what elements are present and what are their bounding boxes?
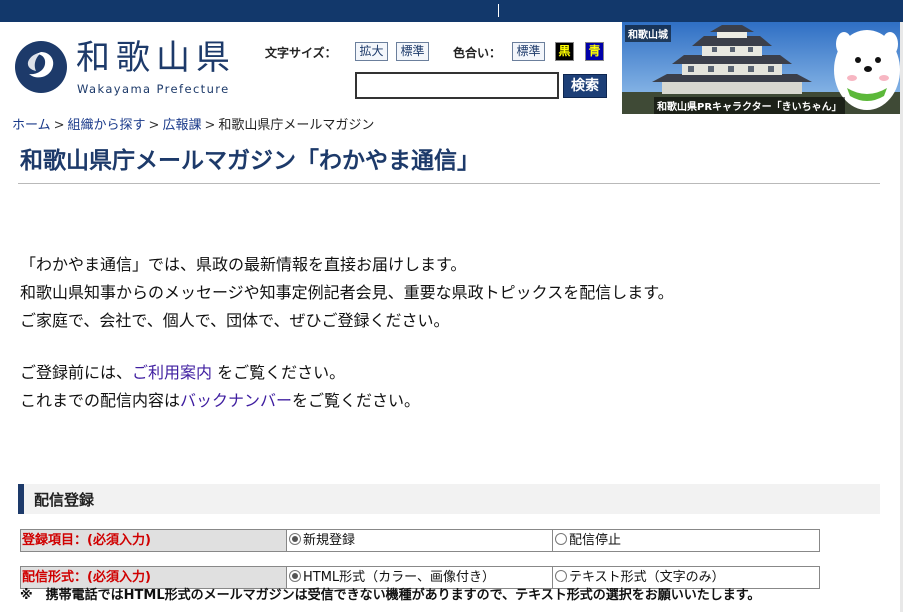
usage-guide-link[interactable]: ご利用案内 — [132, 363, 212, 382]
unsubscribe-option[interactable]: 配信停止 — [554, 530, 819, 551]
top-bar-divider — [498, 4, 499, 17]
search-input[interactable] — [355, 72, 559, 99]
new-registration-radio[interactable] — [289, 533, 301, 545]
color-blue-button[interactable]: 青 — [585, 42, 604, 61]
breadcrumb-pr-link[interactable]: 広報課 — [162, 118, 201, 133]
intro-line-1: 「わかやま通信」では、県政の最新情報を直接お届けします。 — [20, 255, 467, 274]
breadcrumb-home-link[interactable]: ホーム — [12, 118, 51, 133]
guide-line: ご登録前には、ご利用案内 をご覧ください。 — [20, 359, 345, 387]
banner-castle-caption: 和歌山城 — [625, 25, 671, 42]
breadcrumb-current: 和歌山県庁メールマガジン — [218, 118, 375, 133]
intro-line-3: ご家庭で、会社で、個人で、団体で、ぜひご登録ください。 — [20, 311, 450, 330]
color-standard-button[interactable]: 標準 — [512, 42, 545, 61]
search-button[interactable]: 検索 — [563, 74, 607, 98]
text-format-label: テキスト形式（文字のみ） — [569, 570, 725, 585]
registration-section-title: 配信登録 — [34, 491, 95, 509]
breadcrumb: ホーム > 組織から探す > 広報課 > 和歌山県庁メールマガジン — [12, 117, 374, 135]
top-bar — [0, 0, 903, 22]
castle-banner[interactable]: 和歌山城 和歌山県PRキャラクター「きいちゃん」 — [622, 22, 903, 114]
delivery-format-row: 配信形式：(必須入力) HTML形式（カラー、画像付き） テキスト形式（文字のみ… — [20, 566, 820, 589]
logo-english[interactable]: Wakayama Prefecture — [77, 82, 230, 96]
backnumber-link[interactable]: バックナンバー — [180, 391, 292, 410]
text-format-radio[interactable] — [555, 570, 567, 582]
html-format-radio[interactable] — [289, 570, 301, 582]
breadcrumb-separator: > — [148, 118, 160, 133]
unsubscribe-label: 配信停止 — [569, 533, 622, 548]
html-format-label: HTML形式（カラー、画像付き） — [303, 570, 496, 585]
color-black-button[interactable]: 黒 — [555, 42, 574, 61]
font-standard-button[interactable]: 標準 — [396, 42, 429, 61]
mobile-format-note: ※ 携帯電話ではHTML形式のメールマガジンは受信できない機種がありますので、テ… — [20, 588, 761, 603]
new-registration-option[interactable]: 新規登録 — [288, 530, 553, 551]
html-format-option[interactable]: HTML形式（カラー、画像付き） — [288, 567, 553, 588]
delivery-format-label: 配信形式：(必須入力) — [21, 567, 287, 588]
registration-type-row: 登録項目：(必須入力) 新規登録 配信停止 — [20, 529, 820, 552]
registration-section-heading: 配信登録 — [18, 484, 880, 514]
breadcrumb-separator: > — [53, 118, 65, 133]
registration-type-label: 登録項目：(必須入力) — [21, 530, 287, 551]
font-size-label: 文字サイズ： — [265, 46, 337, 60]
title-divider — [18, 183, 880, 184]
text-format-option[interactable]: テキスト形式（文字のみ） — [554, 567, 819, 588]
guide-suffix: をご覧ください。 — [212, 363, 346, 382]
intro-line-2: 和歌山県知事からのメッセージや知事定例記者会見、重要な県政トピックスを配信します… — [20, 283, 674, 302]
font-enlarge-button[interactable]: 拡大 — [355, 42, 388, 61]
banner-character-caption: 和歌山県PRキャラクター「きいちゃん」 — [654, 97, 845, 114]
guide-prefix: ご登録前には、 — [20, 363, 133, 382]
color-label: 色合い： — [453, 46, 502, 60]
breadcrumb-org-link[interactable]: 組織から探す — [68, 118, 146, 133]
page-title: 和歌山県庁メールマガジン「わかやま通信」 — [20, 148, 480, 174]
backnumber-line: これまでの配信内容はバックナンバーをご覧ください。 — [20, 387, 420, 415]
logo-japanese[interactable]: 和歌山県 — [76, 38, 236, 78]
new-registration-label: 新規登録 — [303, 533, 356, 548]
site-header: 和歌山県 Wakayama Prefecture 文字サイズ： 拡大 標準 色合… — [0, 22, 903, 114]
backnumber-suffix: をご覧ください。 — [292, 391, 421, 410]
wakayama-logo-icon[interactable] — [14, 40, 68, 94]
unsubscribe-radio[interactable] — [555, 533, 567, 545]
backnumber-prefix: これまでの配信内容は — [20, 391, 181, 410]
breadcrumb-separator: > — [204, 118, 216, 133]
